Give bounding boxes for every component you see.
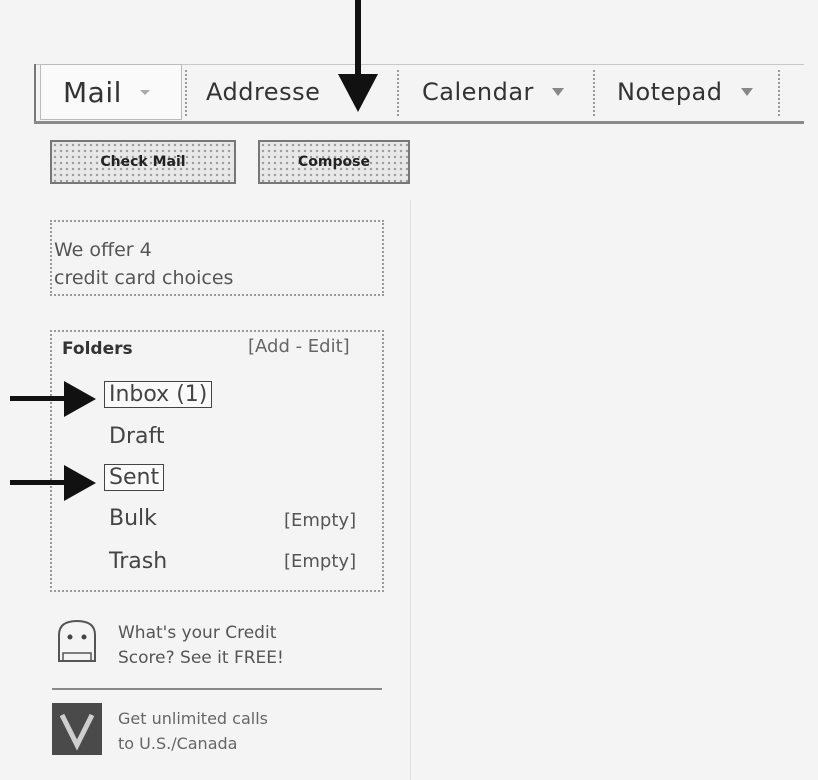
tab-notepad-label: Notepad [617,78,723,106]
folder-trash[interactable]: Trash [109,549,167,574]
check-mail-button[interactable]: Check Mail [50,140,236,184]
promo-text[interactable]: We offer 4 credit card choices [54,236,374,292]
empty-bulk-link[interactable]: [Empty] [284,510,356,531]
arrow-icon [355,0,361,76]
credit-ad-line-1: What's your Credit [118,623,277,643]
folders-add-edit-link[interactable]: [Add - Edit] [248,336,350,357]
tab-mail[interactable]: Mail [40,64,182,120]
folder-draft[interactable]: Draft [109,424,164,449]
chevron-down-icon[interactable] [740,88,753,96]
arrow-icon [64,465,96,501]
tab-addresses[interactable]: Addresse [206,66,320,118]
tab-separator [397,70,399,116]
arrow-icon [10,396,70,401]
tab-calendar-label: Calendar [422,78,534,106]
pane-divider [410,200,411,780]
folder-bulk[interactable]: Bulk [109,506,157,531]
ad-divider [52,688,382,690]
arrow-icon [10,480,70,485]
unlimited-calls-ad[interactable]: Get unlimited calls to U.S./Canada [118,706,268,756]
tab-separator [778,70,780,116]
credit-ad-line-2: Score? See it FREE! [118,648,284,668]
chevron-down-icon[interactable] [139,89,150,95]
tab-calendar[interactable]: Calendar [422,66,564,118]
promo-line-1: We offer 4 [54,239,152,261]
folder-sent[interactable]: Sent [104,464,165,491]
folders-title: Folders [62,339,133,359]
tab-separator [593,70,595,116]
ghost-icon[interactable] [55,617,99,663]
folder-inbox[interactable]: Inbox (1) [104,381,213,408]
tab-bar-left-border [34,64,36,124]
compose-button[interactable]: Compose [258,140,410,184]
arrow-icon [64,381,96,417]
tab-addresses-label: Addresse [206,78,321,106]
calls-ad-line-1: Get unlimited calls [118,709,268,728]
chevron-down-icon[interactable] [551,88,564,96]
tab-bar-underline [34,121,804,124]
tab-mail-label: Mail [63,75,122,109]
tab-separator [185,70,187,116]
credit-score-ad[interactable]: What's your Credit Score? See it FREE! [118,621,284,671]
arrow-icon [338,74,378,112]
v-logo-icon[interactable] [52,703,102,755]
calls-ad-line-2: to U.S./Canada [118,734,238,753]
promo-line-2: credit card choices [54,267,234,289]
empty-trash-link[interactable]: [Empty] [284,551,356,572]
tab-notepad[interactable]: Notepad [617,66,753,118]
